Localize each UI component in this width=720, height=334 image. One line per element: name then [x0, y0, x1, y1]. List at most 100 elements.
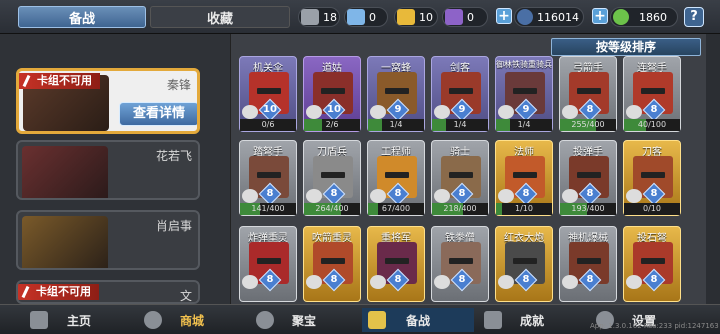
- tab-prepare[interactable]: 备战: [18, 6, 146, 28]
- resource-3: 10: [394, 7, 438, 27]
- general-list: 卡组不可用 秦锋 查看详情 花若飞 肖启事 卡组不可用 文: [0, 34, 230, 304]
- card-level: 8: [458, 274, 466, 285]
- general-card-0[interactable]: 卡组不可用 秦锋 查看详情: [16, 68, 200, 134]
- nav-prepare-label: 备战: [405, 313, 430, 328]
- resource-4-value: 0: [467, 10, 474, 24]
- general-portrait: [22, 146, 108, 198]
- card-item[interactable]: 剑客 9 1/4: [431, 56, 489, 132]
- card-progress-text: 40/100: [637, 120, 667, 129]
- card-level: 8: [586, 274, 594, 285]
- card-progress-text: 2/6: [325, 120, 339, 129]
- card-item[interactable]: 刀客 8 0/10: [623, 140, 681, 216]
- card-progress-text: 1/4: [517, 120, 531, 129]
- card-progress: 141/400: [240, 203, 296, 215]
- card-item[interactable]: 机关伞 10 0/6: [239, 56, 297, 132]
- card-item[interactable]: 连弩手 8 40/100: [623, 56, 681, 132]
- card-level: 9: [458, 104, 466, 115]
- card-item[interactable]: 投弹手 8 193/400: [559, 140, 617, 216]
- rank-icon: [306, 275, 322, 289]
- gold-display: 116014: [514, 7, 584, 27]
- card-level: 8: [586, 104, 594, 115]
- card-progress-text: 218/400: [443, 204, 477, 213]
- nav-shop-label: 商城: [179, 313, 204, 328]
- card-item[interactable]: 弓箭手 8 255/400: [559, 56, 617, 132]
- card-item[interactable]: 刀盾兵 8 264/400: [303, 140, 361, 216]
- general-card-1[interactable]: 花若飞: [16, 140, 200, 200]
- nav-shop[interactable]: 商城: [138, 308, 246, 332]
- achievement-icon: [484, 311, 502, 329]
- card-level: 8: [458, 188, 466, 199]
- nav-prepare[interactable]: 备战: [362, 308, 474, 332]
- resource-1: 18: [298, 7, 340, 27]
- card-item[interactable]: 重将军 8: [367, 226, 425, 302]
- card-progress-text: 193/400: [571, 204, 605, 213]
- resource-2-value: 0: [369, 10, 376, 24]
- card-progress-text: 1/4: [389, 120, 403, 129]
- card-item[interactable]: 一窝蜂 9 1/4: [367, 56, 425, 132]
- blue-card-icon: [347, 9, 365, 25]
- card-level: 8: [330, 274, 338, 285]
- card-progress: 1/10: [496, 203, 552, 215]
- general-card-2[interactable]: 肖启事: [16, 210, 200, 270]
- rank-icon: [434, 105, 450, 119]
- deck-unavailable-badge: 卡组不可用: [18, 284, 99, 300]
- card-item[interactable]: 踏弩手 8 141/400: [239, 140, 297, 216]
- card-item[interactable]: 工程师 8 67/400: [367, 140, 425, 216]
- nav-achievements[interactable]: 成就: [478, 308, 586, 332]
- purple-card-icon: [445, 9, 463, 25]
- card-progress-text: 0/10: [643, 204, 661, 213]
- rank-icon: [306, 189, 322, 203]
- rank-icon: [626, 275, 642, 289]
- card-progress-text: 0/6: [261, 120, 275, 129]
- nav-treasure-label: 聚宝: [291, 313, 316, 328]
- card-progress-text: 255/400: [571, 120, 605, 129]
- general-portrait: [22, 216, 108, 268]
- card-item[interactable]: 炸弹重灵 8: [239, 226, 297, 302]
- card-item[interactable]: 御林铁骑重骑兵 9 1/4: [495, 56, 553, 132]
- tab-collection[interactable]: 收藏: [150, 6, 290, 28]
- card-level: 8: [330, 188, 338, 199]
- card-progress: 40/100: [624, 119, 680, 131]
- house-icon: [30, 311, 48, 329]
- card-level: 9: [394, 104, 402, 115]
- resource-1-value: 18: [323, 10, 337, 24]
- card-item[interactable]: 吹箭重灵 8: [303, 226, 361, 302]
- gold-value: 116014: [537, 10, 579, 24]
- card-level: 8: [394, 188, 402, 199]
- card-level: 10: [263, 104, 277, 115]
- card-item[interactable]: 骑士 8 218/400: [431, 140, 489, 216]
- rank-icon: [306, 105, 322, 119]
- card-progress-text: 1/4: [453, 120, 467, 129]
- card-progress: 193/400: [560, 203, 616, 215]
- view-details-button[interactable]: 查看详情: [119, 102, 197, 126]
- card-level: 8: [650, 188, 658, 199]
- rank-icon: [242, 275, 258, 289]
- add-gold-button[interactable]: +: [496, 8, 512, 24]
- card-item[interactable]: 红衣大炮 8: [495, 226, 553, 302]
- card-grid: 按等级排序 机关伞 10 0/6 道姑 10 2/6 一窝蜂 9 1/4 剑客 …: [230, 34, 706, 304]
- gems-display: 1860: [610, 7, 678, 27]
- nav-home[interactable]: 主页: [24, 308, 134, 332]
- card-item[interactable]: 神机爆械 8: [559, 226, 617, 302]
- rank-icon: [434, 275, 450, 289]
- card-item[interactable]: 铁拳僧 8: [431, 226, 489, 302]
- general-card-3[interactable]: 卡组不可用 文: [16, 280, 200, 304]
- card-item[interactable]: 道姑 10 2/6: [303, 56, 361, 132]
- card-progress: 67/400: [368, 203, 424, 215]
- rank-icon: [434, 189, 450, 203]
- card-progress: 264/400: [304, 203, 360, 215]
- rank-icon: [242, 105, 258, 119]
- card-progress: 0/10: [624, 203, 680, 215]
- card-item[interactable]: 投石弩 8: [623, 226, 681, 302]
- add-gems-button[interactable]: +: [592, 8, 608, 24]
- card-item[interactable]: 法师 8 1/10: [495, 140, 553, 216]
- card-level: 8: [266, 188, 274, 199]
- help-button[interactable]: ?: [684, 7, 704, 27]
- silver-card-icon: [301, 9, 319, 25]
- nav-treasure[interactable]: 聚宝: [250, 308, 358, 332]
- rank-icon: [370, 275, 386, 289]
- card-progress-text: 264/400: [315, 204, 349, 213]
- rank-icon: [498, 275, 514, 289]
- sort-by-level-button[interactable]: 按等级排序: [551, 38, 701, 56]
- card-level: 8: [394, 274, 402, 285]
